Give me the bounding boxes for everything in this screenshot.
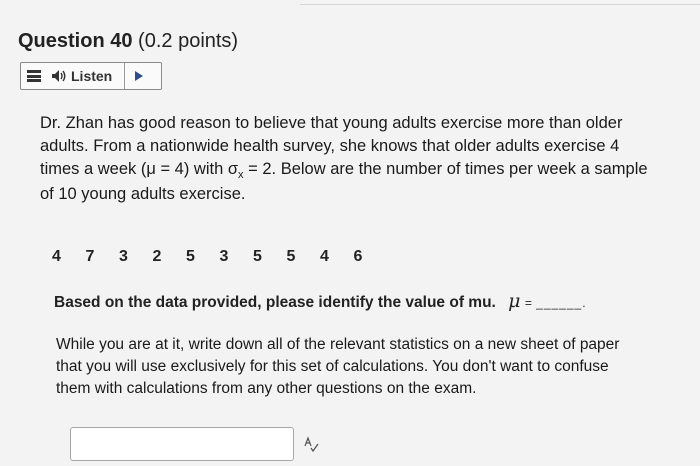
question-points: (0.2 points) bbox=[138, 30, 239, 52]
speaker-icon[interactable] bbox=[51, 69, 67, 83]
answer-input[interactable] bbox=[70, 427, 294, 461]
data-value: 2 bbox=[152, 248, 162, 265]
listen-button[interactable]: Listen bbox=[71, 68, 112, 84]
passage-line: of 10 young adults exercise. bbox=[40, 185, 246, 203]
listen-divider bbox=[124, 63, 126, 89]
data-value: 3 bbox=[219, 248, 229, 265]
sigma-subscript: x bbox=[238, 169, 244, 181]
data-value: 3 bbox=[119, 248, 128, 265]
play-icon[interactable] bbox=[135, 71, 144, 81]
passage-line: adults. From a nationwide health survey,… bbox=[40, 137, 620, 155]
data-value: 5 bbox=[286, 248, 296, 265]
passage-text: times a week (μ = 4) with σ bbox=[40, 160, 239, 178]
instruction-line: that you will use exclusively for this s… bbox=[56, 358, 609, 375]
data-value: 5 bbox=[186, 248, 195, 265]
answer-blank: ______. bbox=[536, 296, 587, 310]
prompt-text: Based on the data provided, please ident… bbox=[54, 294, 496, 311]
passage-line: Dr. Zhan has good reason to believe that… bbox=[40, 114, 623, 132]
prompt-line: Based on the data provided, please ident… bbox=[54, 290, 587, 312]
data-value: 5 bbox=[253, 248, 262, 265]
mu-symbol: μ bbox=[508, 290, 521, 312]
instruction-line: While you are at it, write down all of t… bbox=[56, 336, 620, 353]
question-passage: Dr. Zhan has good reason to believe that… bbox=[40, 112, 670, 206]
data-value: 6 bbox=[353, 248, 363, 265]
instruction-line: them with calculations from any other qu… bbox=[56, 380, 477, 397]
data-value: 4 bbox=[52, 248, 61, 265]
menu-icon[interactable] bbox=[27, 70, 41, 82]
equals-sign: = bbox=[524, 296, 532, 310]
question-title: Question 40 (0.2 points) bbox=[18, 30, 238, 53]
passage-text: = 2. Below are the number of times per w… bbox=[243, 160, 648, 178]
data-value: 7 bbox=[85, 248, 95, 265]
top-divider bbox=[300, 4, 700, 5]
data-value: 4 bbox=[320, 248, 329, 265]
spellcheck-icon[interactable] bbox=[303, 436, 319, 452]
instruction-text: While you are at it, write down all of t… bbox=[56, 334, 666, 400]
passage-line: times a week (μ = 4) with σx = 2. Below … bbox=[40, 158, 670, 183]
data-values: 4 7 3 2 5 3 5 5 4 6 bbox=[52, 248, 387, 266]
listen-widget: Listen bbox=[20, 62, 162, 90]
question-number: Question 40 bbox=[18, 30, 133, 52]
